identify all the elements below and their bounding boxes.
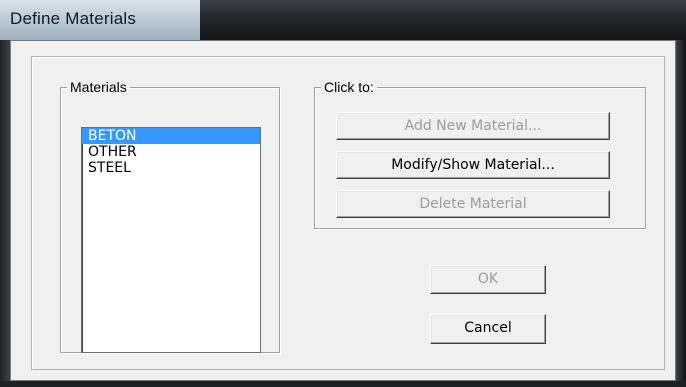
materials-listbox[interactable]: BETON OTHER STEEL [81,127,261,353]
list-item-other[interactable]: OTHER [82,144,260,160]
dialog-client-area: Materials BETON OTHER STEEL Click to: Ad… [10,40,676,381]
delete-material-button[interactable]: Delete Material [336,190,610,218]
modify-show-material-button[interactable]: Modify/Show Material... [336,151,610,179]
list-item-steel[interactable]: STEEL [82,160,260,176]
cancel-button[interactable]: Cancel [430,314,546,344]
click-to-legend: Click to: [324,79,374,95]
ok-button[interactable]: OK [430,265,546,294]
materials-group: Materials BETON OTHER STEEL [60,79,280,353]
materials-legend: Materials [70,79,127,95]
window-frame-left [0,40,10,387]
window-title: Define Materials [10,9,137,28]
add-new-material-button[interactable]: Add New Material... [336,112,610,140]
dialog-panel: Materials BETON OTHER STEEL Click to: Ad… [31,56,665,370]
title-bar[interactable]: Define Materials [0,0,686,41]
window-frame-bottom [0,381,686,387]
list-item-beton[interactable]: BETON [82,128,260,144]
window-frame-right [676,40,686,387]
define-materials-window: Define Materials Materials BETON OTHER S… [0,0,686,387]
